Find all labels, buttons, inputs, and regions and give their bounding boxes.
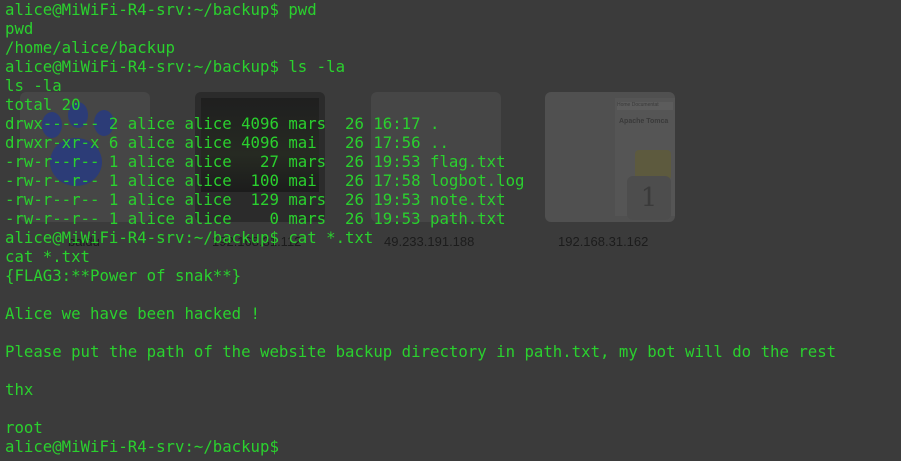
terminal-line: -rw-r--r-- 1 alice alice 129 mars 26 19:… — [5, 190, 506, 209]
terminal-window[interactable]: Home Documentat Apache Tomca 1 baidu 192… — [0, 0, 901, 461]
terminal-line: drwxr-xr-x 6 alice alice 4096 mai 26 17:… — [5, 133, 449, 152]
terminal-line: cat *.txt — [5, 247, 91, 266]
terminal-line: alice@MiWiFi-R4-srv:~/backup$ cat *.txt — [5, 228, 374, 247]
terminal-line: Please put the path of the website backu… — [5, 342, 837, 361]
terminal-line: alice@MiWiFi-R4-srv:~/backup$ ls -la — [5, 57, 346, 76]
terminal-line: drwx------ 2 alice alice 4096 mars 26 16… — [5, 114, 440, 133]
terminal-line: total 20 — [5, 95, 81, 114]
terminal-line: -rw-r--r-- 1 alice alice 27 mars 26 19:5… — [5, 152, 506, 171]
terminal-line: root — [5, 418, 43, 437]
terminal-prompt-line[interactable]: alice@MiWiFi-R4-srv:~/backup$ — [5, 437, 836, 456]
terminal-line: pwd — [5, 19, 34, 38]
terminal-line: -rw-r--r-- 1 alice alice 100 mai 26 17:5… — [5, 171, 525, 190]
terminal-line: thx — [5, 380, 34, 399]
shell-prompt: alice@MiWiFi-R4-srv:~/backup$ — [5, 437, 289, 456]
terminal-line: Alice we have been hacked ! — [5, 304, 261, 323]
terminal-line: -rw-r--r-- 1 alice alice 0 mars 26 19:53… — [5, 209, 506, 228]
terminal-line: alice@MiWiFi-R4-srv:~/backup$ pwd — [5, 0, 317, 19]
terminal-output[interactable]: alice@MiWiFi-R4-srv:~/backup$ pwd pwd /h… — [5, 0, 836, 456]
terminal-line: ls -la — [5, 76, 62, 95]
terminal-line: {FLAG3:**Power of snak**} — [5, 266, 242, 285]
terminal-line: /home/alice/backup — [5, 38, 176, 57]
